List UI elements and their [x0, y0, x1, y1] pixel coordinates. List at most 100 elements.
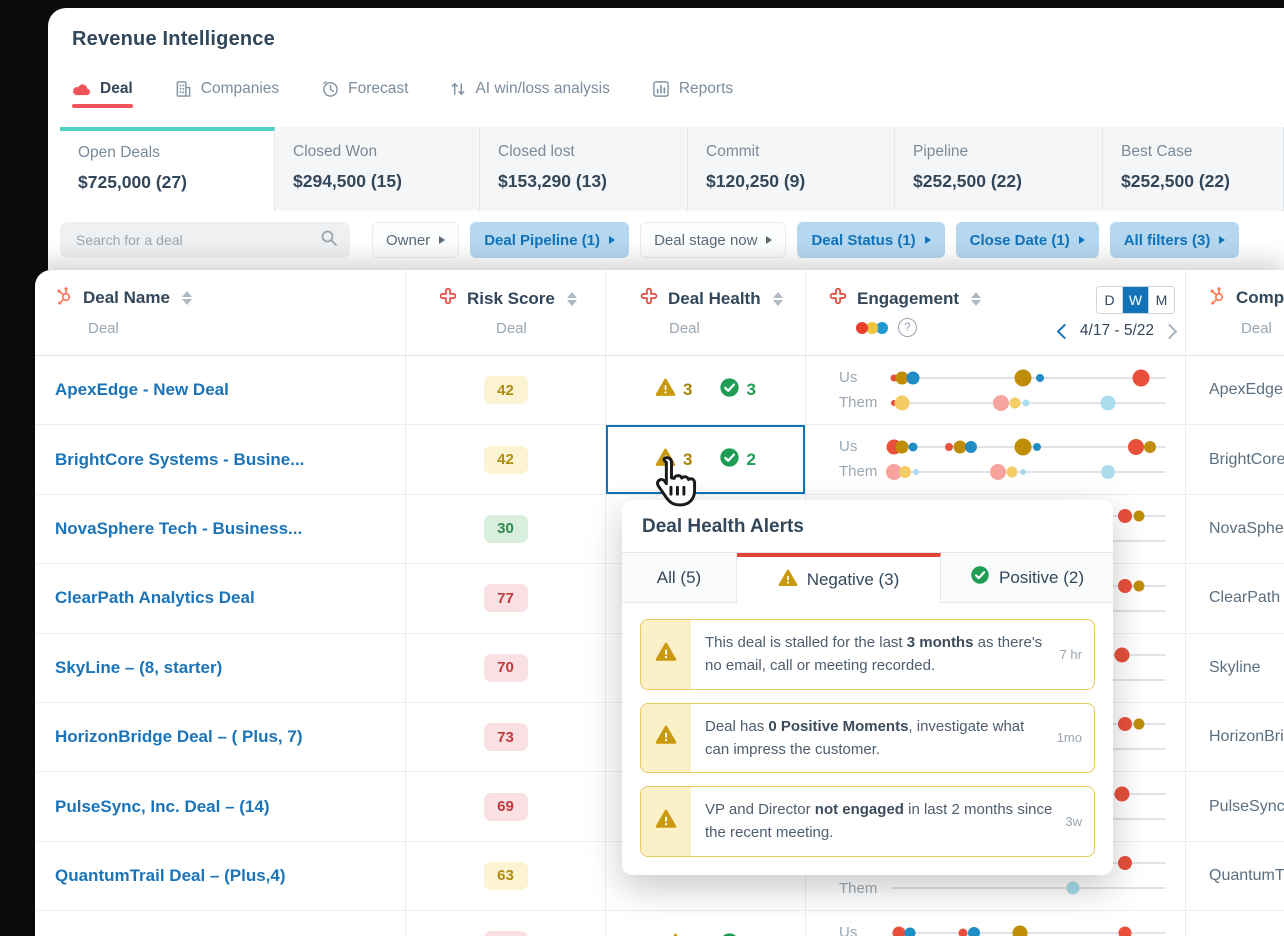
deal-link[interactable]: SkyLine – (8, starter): [55, 658, 222, 678]
warning-icon: [655, 724, 677, 751]
deal-name-cell: ApexEdge - New Deal: [35, 356, 405, 424]
filter-chip-deal-pipeline-1-[interactable]: Deal Pipeline (1): [470, 222, 630, 258]
engagement-dot: [1012, 925, 1028, 936]
deal-link[interactable]: HorizonBridge Deal – ( Plus, 7): [55, 727, 303, 747]
ai-tab-icon: [450, 80, 466, 98]
sort-control[interactable]: [772, 291, 783, 306]
engagement-dot: [1143, 440, 1156, 453]
tab-forecast[interactable]: Forecast: [321, 80, 408, 114]
hubspot-icon: [1208, 286, 1227, 310]
risk-score-badge: 73: [483, 723, 528, 752]
risk-score-cell: [405, 911, 605, 936]
deal-health-cell[interactable]: 32: [605, 425, 805, 494]
risk-score-cell: 63: [405, 841, 605, 911]
deal-link[interactable]: BrightCore Systems - Busine...: [55, 450, 304, 470]
engagement-cell[interactable]: UsThem: [805, 356, 1185, 425]
column-header-company[interactable]: Comp Deal: [1185, 270, 1284, 355]
positive-count: 3: [746, 380, 756, 400]
filter-chip-deal-status-1-[interactable]: Deal Status (1): [797, 222, 945, 258]
help-icon[interactable]: ?: [898, 318, 917, 337]
engagement-dot: [1133, 510, 1144, 522]
deal-name-cell: HorizonBridge Deal – ( Plus, 7): [35, 703, 405, 771]
popover-tab-negative-3-[interactable]: Negative (3): [737, 553, 941, 603]
sort-control[interactable]: [971, 291, 982, 306]
popover-tab-all-5-[interactable]: All (5): [622, 553, 737, 603]
engagement-dot: [894, 395, 910, 410]
sort-control[interactable]: [181, 291, 192, 305]
risk-score-cell: 70: [405, 633, 605, 702]
summary-card-closed-won[interactable]: Closed Won $294,500 (15): [275, 127, 480, 211]
deal-name-cell: QuantumTrail Deal – (Plus,4): [35, 842, 405, 910]
summary-card-open-deals[interactable]: Open Deals $725,000 (27): [60, 127, 275, 211]
card-label: Commit: [706, 143, 760, 160]
engagement-dot: [1117, 856, 1132, 871]
tab-reports[interactable]: Reports: [652, 80, 733, 114]
popover-tab-positive-2-[interactable]: Positive (2): [941, 553, 1113, 603]
filter-chip-all-filters-3-[interactable]: All filters (3): [1109, 222, 1240, 258]
summary-card-pipeline[interactable]: Pipeline $252,500 (22): [895, 127, 1103, 211]
filter-chip-deal-stage-now[interactable]: Deal stage now: [640, 222, 787, 258]
column-header-deal-name[interactable]: Deal Name Deal: [35, 270, 405, 355]
tab-ai[interactable]: AI win/loss analysis: [450, 80, 610, 114]
engagement-track: [890, 390, 1166, 415]
warning-icon: [655, 377, 676, 403]
engagement-dot: [1133, 580, 1144, 592]
engagement-track: [891, 920, 1166, 936]
deal-link[interactable]: ClearPath Analytics Deal: [55, 588, 255, 608]
card-value: $153,290 (13): [498, 171, 607, 191]
chevron-right-icon: [439, 236, 446, 244]
period-option-d[interactable]: D: [1097, 287, 1122, 313]
hubspot-icon: [55, 286, 74, 310]
filter-chip-owner[interactable]: Owner: [372, 222, 460, 258]
search-input[interactable]: [74, 231, 320, 249]
deal-name-cell: SkyLine – (8, starter): [35, 634, 405, 702]
alerts-list: This deal is stalled for the last 3 mont…: [622, 603, 1113, 875]
risk-score-badge: 77: [483, 584, 528, 613]
company-cell: [1185, 911, 1284, 936]
summary-card-closed-lost[interactable]: Closed lost $153,290 (13): [480, 127, 688, 211]
chevron-left-icon[interactable]: [1056, 323, 1073, 339]
tab-companies[interactable]: Companies: [175, 80, 279, 114]
chevron-right-icon: [1078, 236, 1085, 244]
deal-link[interactable]: QuantumTrail Deal – (Plus,4): [55, 866, 286, 886]
warning-icon: [655, 447, 676, 473]
engagement-dot: [1117, 717, 1132, 732]
deal-link[interactable]: ApexEdge - New Deal: [55, 380, 229, 400]
engagement-dot: [1101, 464, 1116, 479]
tab-label: Reports: [678, 80, 734, 97]
sort-control[interactable]: [566, 291, 577, 306]
positive-alerts: 3: [719, 377, 756, 403]
cross-icon: [639, 286, 659, 311]
column-header-deal-health[interactable]: Deal Health Deal: [605, 270, 805, 355]
deal-link[interactable]: NovaSphere Tech - Business...: [55, 519, 302, 539]
reports-tab-icon: [652, 80, 670, 98]
period-option-w[interactable]: W: [1122, 287, 1148, 313]
popover-tab-label: Positive (2): [998, 567, 1085, 587]
deal-health-cell[interactable]: [605, 911, 805, 936]
deal-link[interactable]: PulseSync, Inc. Deal – (14): [55, 797, 269, 817]
table-row: BrightCore Systems - Busine... 42 3 2 Us Them…: [35, 425, 1284, 495]
deal-health-cell[interactable]: 33: [605, 356, 805, 425]
filter-chip-close-date-1-[interactable]: Close Date (1): [955, 222, 1099, 258]
summary-card-commit[interactable]: Commit $120,250 (9): [688, 127, 895, 211]
alert-text: This deal is stalled for the last 3 mont…: [705, 634, 1043, 675]
alert-stripe: [641, 787, 691, 856]
column-header-risk-score[interactable]: Risk Score Deal: [405, 270, 605, 355]
engagement-track: [890, 365, 1166, 390]
tab-deal[interactable]: Deal: [72, 80, 133, 114]
risk-score-cell: 42: [405, 425, 605, 494]
engagement-cell[interactable]: UsThem: [805, 911, 1185, 936]
chevron-right-icon: [1219, 236, 1226, 244]
card-label: Pipeline: [913, 143, 969, 160]
chip-label: Deal Pipeline (1): [484, 231, 601, 249]
search-box[interactable]: [60, 222, 350, 258]
column-header-engagement[interactable]: Engagement ? DWM 4/17 - 5/22: [805, 270, 1185, 355]
engagement-dot: [1133, 718, 1144, 730]
company-cell: PulseSync: [1185, 772, 1284, 841]
engagement-dot: [1020, 468, 1026, 475]
period-option-m[interactable]: M: [1148, 287, 1174, 313]
engagement-cell[interactable]: UsThem: [805, 425, 1185, 494]
card-value: $725,000 (27): [78, 172, 187, 192]
chevron-right-icon[interactable]: [1161, 323, 1178, 339]
summary-card-best-case[interactable]: Best Case $252,500 (22): [1103, 127, 1284, 211]
